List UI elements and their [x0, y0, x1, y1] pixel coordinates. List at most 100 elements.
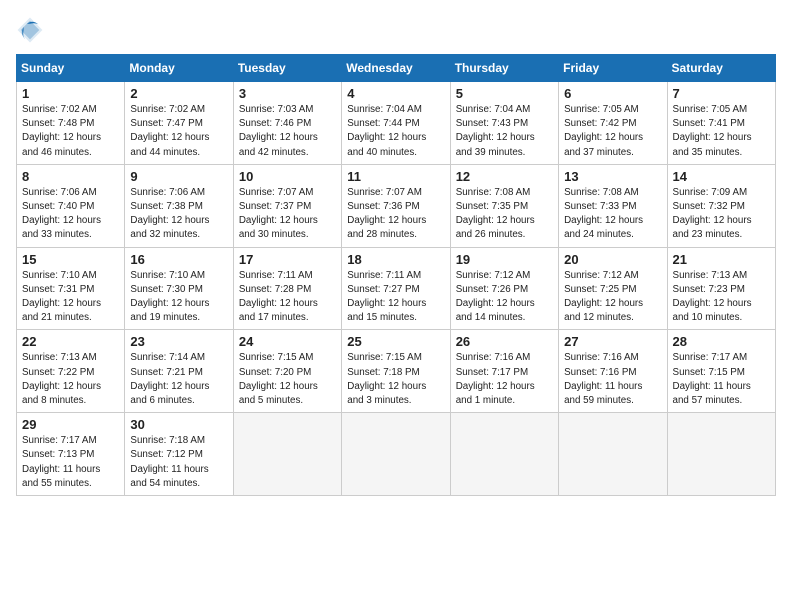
day-cell-11: 11 Sunrise: 7:07 AM Sunset: 7:36 PM Dayli…	[342, 164, 450, 247]
day-cell-17: 17 Sunrise: 7:11 AM Sunset: 7:28 PM Dayli…	[233, 247, 341, 330]
day-number: 16	[130, 252, 227, 267]
day-cell-27: 27 Sunrise: 7:16 AM Sunset: 7:16 PM Dayli…	[559, 330, 667, 413]
day-number: 25	[347, 334, 444, 349]
day-number: 17	[239, 252, 336, 267]
col-header-saturday: Saturday	[667, 55, 775, 82]
day-number: 10	[239, 169, 336, 184]
day-number: 22	[22, 334, 119, 349]
day-info: Sunrise: 7:08 AM Sunset: 7:35 PM Dayligh…	[456, 186, 553, 243]
day-info: Sunrise: 7:12 AM Sunset: 7:26 PM Dayligh…	[456, 269, 553, 326]
day-number: 8	[22, 169, 119, 184]
day-info: Sunrise: 7:14 AM Sunset: 7:21 PM Dayligh…	[130, 351, 227, 408]
day-number: 18	[347, 252, 444, 267]
day-info: Sunrise: 7:17 AM Sunset: 7:13 PM Dayligh…	[22, 434, 119, 491]
day-cell-19: 19 Sunrise: 7:12 AM Sunset: 7:26 PM Dayli…	[450, 247, 558, 330]
week-row-0: 1Sunrise: 7:02 AM Sunset: 7:48 PM Daylig…	[17, 82, 776, 165]
day-info: Sunrise: 7:11 AM Sunset: 7:28 PM Dayligh…	[239, 269, 336, 326]
day-info: Sunrise: 7:15 AM Sunset: 7:18 PM Dayligh…	[347, 351, 444, 408]
day-number: 21	[673, 252, 770, 267]
empty-cell	[559, 413, 667, 496]
day-cell-15: 15 Sunrise: 7:10 AM Sunset: 7:31 PM Dayli…	[17, 247, 125, 330]
day-cell-8: 8 Sunrise: 7:06 AM Sunset: 7:40 PM Daylig…	[17, 164, 125, 247]
week-row-3: 22 Sunrise: 7:13 AM Sunset: 7:22 PM Dayli…	[17, 330, 776, 413]
day-info: Sunrise: 7:08 AM Sunset: 7:33 PM Dayligh…	[564, 186, 661, 243]
day-cell-2: 2Sunrise: 7:02 AM Sunset: 7:47 PM Daylig…	[125, 82, 233, 165]
day-info: Sunrise: 7:13 AM Sunset: 7:23 PM Dayligh…	[673, 269, 770, 326]
day-number: 7	[673, 86, 770, 101]
day-cell-3: 3Sunrise: 7:03 AM Sunset: 7:46 PM Daylig…	[233, 82, 341, 165]
day-cell-26: 26 Sunrise: 7:16 AM Sunset: 7:17 PM Dayli…	[450, 330, 558, 413]
day-cell-5: 5Sunrise: 7:04 AM Sunset: 7:43 PM Daylig…	[450, 82, 558, 165]
day-cell-7: 7Sunrise: 7:05 AM Sunset: 7:41 PM Daylig…	[667, 82, 775, 165]
day-number: 6	[564, 86, 661, 101]
day-info: Sunrise: 7:02 AM Sunset: 7:48 PM Dayligh…	[22, 103, 119, 160]
day-number: 20	[564, 252, 661, 267]
day-cell-16: 16 Sunrise: 7:10 AM Sunset: 7:30 PM Dayli…	[125, 247, 233, 330]
day-info: Sunrise: 7:09 AM Sunset: 7:32 PM Dayligh…	[673, 186, 770, 243]
day-info: Sunrise: 7:07 AM Sunset: 7:37 PM Dayligh…	[239, 186, 336, 243]
day-cell-14: 14 Sunrise: 7:09 AM Sunset: 7:32 PM Dayli…	[667, 164, 775, 247]
day-number: 2	[130, 86, 227, 101]
page-header	[16, 16, 776, 44]
day-cell-23: 23 Sunrise: 7:14 AM Sunset: 7:21 PM Dayli…	[125, 330, 233, 413]
day-number: 19	[456, 252, 553, 267]
day-info: Sunrise: 7:11 AM Sunset: 7:27 PM Dayligh…	[347, 269, 444, 326]
day-number: 30	[130, 417, 227, 432]
day-number: 3	[239, 86, 336, 101]
day-info: Sunrise: 7:06 AM Sunset: 7:40 PM Dayligh…	[22, 186, 119, 243]
day-cell-12: 12 Sunrise: 7:08 AM Sunset: 7:35 PM Dayli…	[450, 164, 558, 247]
day-cell-20: 20 Sunrise: 7:12 AM Sunset: 7:25 PM Dayli…	[559, 247, 667, 330]
day-number: 14	[673, 169, 770, 184]
week-row-4: 29 Sunrise: 7:17 AM Sunset: 7:13 PM Dayli…	[17, 413, 776, 496]
col-header-friday: Friday	[559, 55, 667, 82]
day-number: 29	[22, 417, 119, 432]
empty-cell	[450, 413, 558, 496]
day-info: Sunrise: 7:06 AM Sunset: 7:38 PM Dayligh…	[130, 186, 227, 243]
empty-cell	[233, 413, 341, 496]
day-cell-25: 25 Sunrise: 7:15 AM Sunset: 7:18 PM Dayli…	[342, 330, 450, 413]
day-number: 28	[673, 334, 770, 349]
day-cell-22: 22 Sunrise: 7:13 AM Sunset: 7:22 PM Dayli…	[17, 330, 125, 413]
day-number: 11	[347, 169, 444, 184]
day-number: 27	[564, 334, 661, 349]
day-number: 5	[456, 86, 553, 101]
week-row-1: 8 Sunrise: 7:06 AM Sunset: 7:40 PM Daylig…	[17, 164, 776, 247]
day-cell-24: 24 Sunrise: 7:15 AM Sunset: 7:20 PM Dayli…	[233, 330, 341, 413]
day-cell-18: 18 Sunrise: 7:11 AM Sunset: 7:27 PM Dayli…	[342, 247, 450, 330]
day-number: 13	[564, 169, 661, 184]
day-number: 12	[456, 169, 553, 184]
day-info: Sunrise: 7:17 AM Sunset: 7:15 PM Dayligh…	[673, 351, 770, 408]
day-info: Sunrise: 7:15 AM Sunset: 7:20 PM Dayligh…	[239, 351, 336, 408]
day-cell-30: 30 Sunrise: 7:18 AM Sunset: 7:12 PM Dayli…	[125, 413, 233, 496]
day-number: 26	[456, 334, 553, 349]
day-number: 24	[239, 334, 336, 349]
col-header-wednesday: Wednesday	[342, 55, 450, 82]
day-info: Sunrise: 7:13 AM Sunset: 7:22 PM Dayligh…	[22, 351, 119, 408]
day-info: Sunrise: 7:10 AM Sunset: 7:31 PM Dayligh…	[22, 269, 119, 326]
col-header-sunday: Sunday	[17, 55, 125, 82]
day-info: Sunrise: 7:16 AM Sunset: 7:17 PM Dayligh…	[456, 351, 553, 408]
day-number: 9	[130, 169, 227, 184]
col-header-tuesday: Tuesday	[233, 55, 341, 82]
day-info: Sunrise: 7:10 AM Sunset: 7:30 PM Dayligh…	[130, 269, 227, 326]
empty-cell	[667, 413, 775, 496]
day-info: Sunrise: 7:07 AM Sunset: 7:36 PM Dayligh…	[347, 186, 444, 243]
day-info: Sunrise: 7:16 AM Sunset: 7:16 PM Dayligh…	[564, 351, 661, 408]
day-cell-21: 21 Sunrise: 7:13 AM Sunset: 7:23 PM Dayli…	[667, 247, 775, 330]
day-cell-4: 4Sunrise: 7:04 AM Sunset: 7:44 PM Daylig…	[342, 82, 450, 165]
day-cell-9: 9 Sunrise: 7:06 AM Sunset: 7:38 PM Daylig…	[125, 164, 233, 247]
day-info: Sunrise: 7:18 AM Sunset: 7:12 PM Dayligh…	[130, 434, 227, 491]
empty-cell	[342, 413, 450, 496]
col-header-monday: Monday	[125, 55, 233, 82]
day-info: Sunrise: 7:12 AM Sunset: 7:25 PM Dayligh…	[564, 269, 661, 326]
day-info: Sunrise: 7:05 AM Sunset: 7:42 PM Dayligh…	[564, 103, 661, 160]
logo	[16, 16, 48, 44]
logo-icon	[16, 16, 44, 44]
day-number: 15	[22, 252, 119, 267]
day-cell-29: 29 Sunrise: 7:17 AM Sunset: 7:13 PM Dayli…	[17, 413, 125, 496]
day-number: 23	[130, 334, 227, 349]
col-header-thursday: Thursday	[450, 55, 558, 82]
day-cell-6: 6 Sunrise: 7:05 AM Sunset: 7:42 PM Daylig…	[559, 82, 667, 165]
calendar-table: SundayMondayTuesdayWednesdayThursdayFrid…	[16, 54, 776, 496]
day-number: 4	[347, 86, 444, 101]
